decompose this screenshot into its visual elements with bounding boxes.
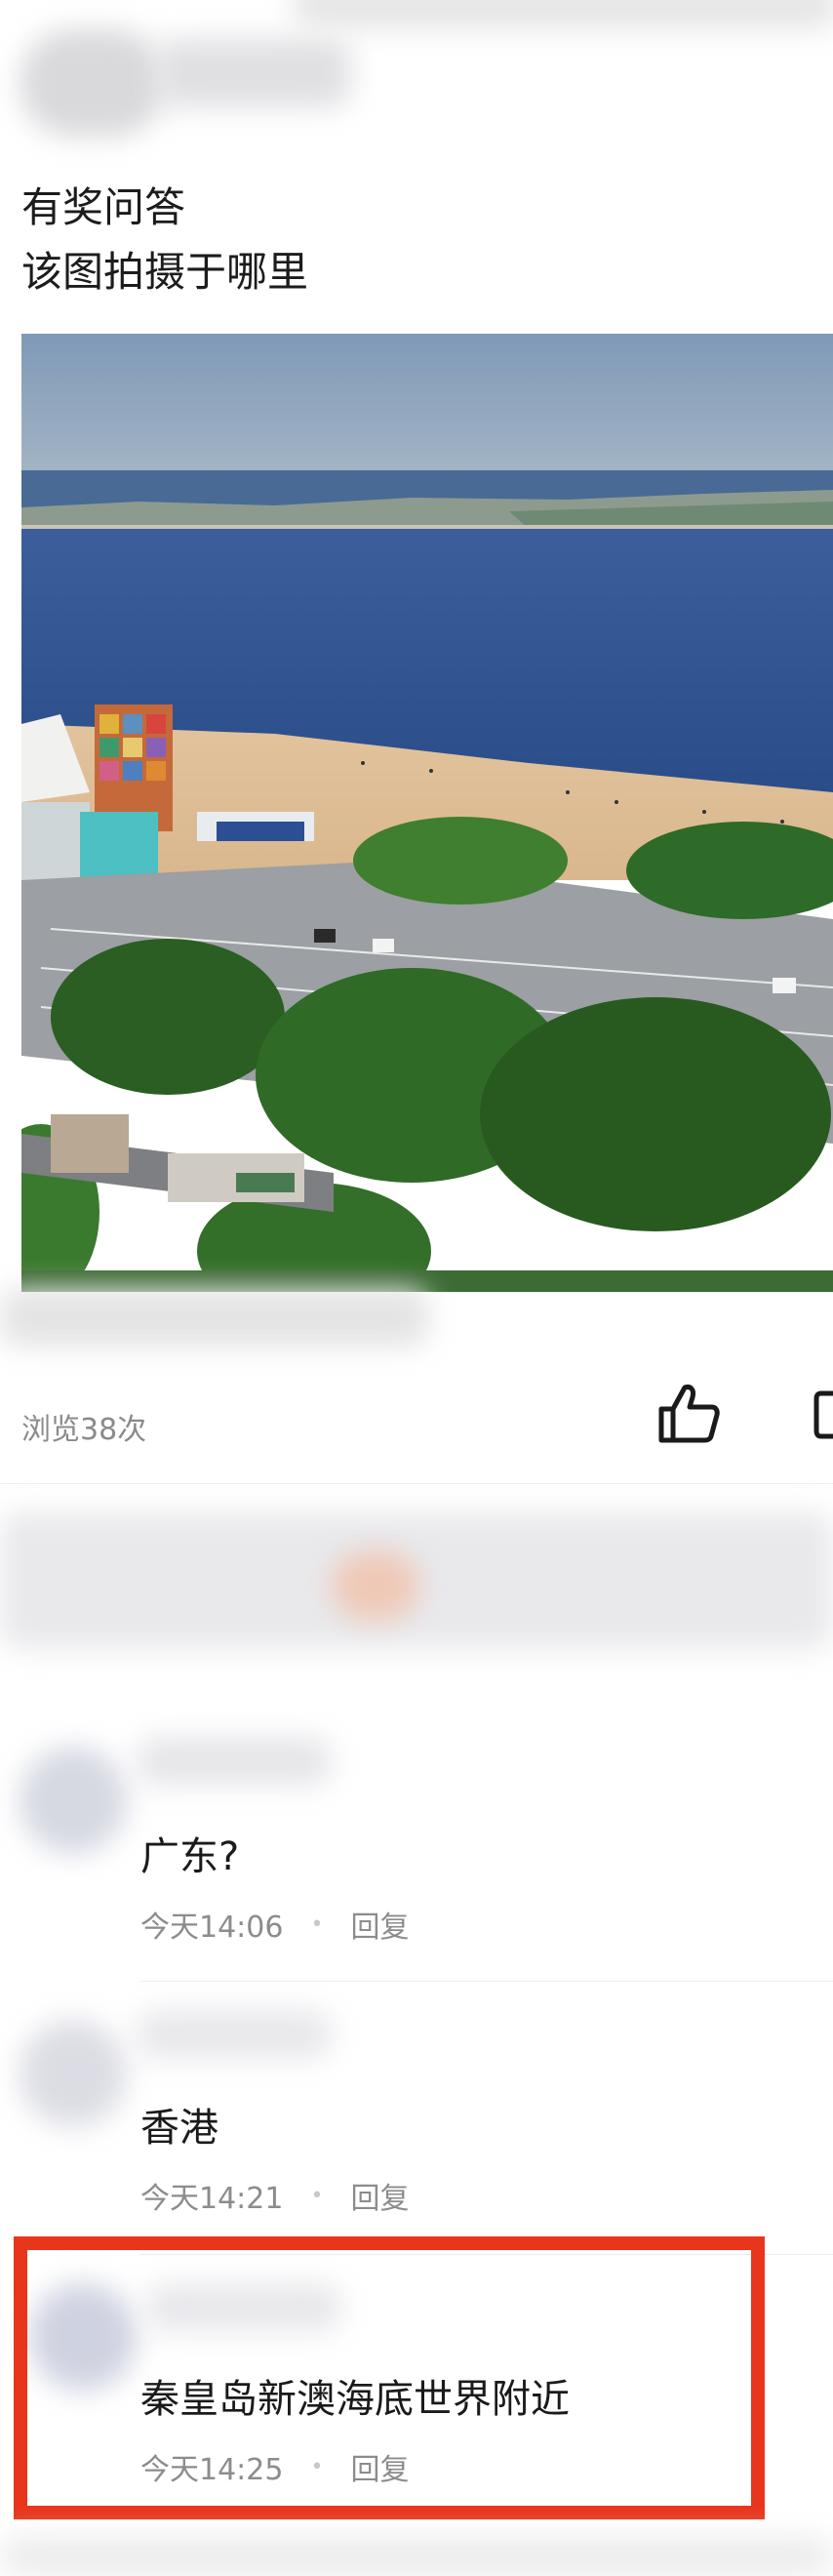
- commenter-avatar-blurred[interactable]: [20, 2020, 127, 2127]
- post-title-line-1: 有奖问答: [21, 183, 186, 231]
- like-button[interactable]: [655, 1380, 722, 1446]
- comment-time: 今天14:06: [140, 1911, 284, 1945]
- related-accent-blurred: [332, 1551, 419, 1620]
- separator-dot: •: [310, 1912, 324, 1937]
- thumbs-up-icon: [658, 1385, 720, 1443]
- beach-scene-image: [21, 334, 833, 1292]
- comment-meta: 今天14:21 • 回复: [140, 2174, 409, 2217]
- comment-meta: 今天14:06 • 回复: [140, 1903, 409, 1946]
- separator-dot: •: [310, 2183, 324, 2208]
- comment-icon: [813, 1390, 833, 1439]
- author-name-blurred[interactable]: [156, 39, 351, 107]
- reply-button[interactable]: 回复: [350, 2174, 409, 2217]
- commenter-name-blurred[interactable]: [137, 2010, 332, 2059]
- comment-divider: [140, 1981, 833, 1982]
- reply-button[interactable]: 回复: [350, 1903, 409, 1946]
- bottom-content-blurred: [0, 2537, 833, 2576]
- comment-text: 香港: [140, 2106, 218, 2151]
- view-count: 浏览38次: [21, 1413, 147, 1447]
- post-photo[interactable]: [21, 334, 833, 1292]
- commenter-avatar-blurred[interactable]: [20, 1747, 127, 1854]
- comment-button[interactable]: [813, 1389, 833, 1440]
- top-bar-blurred: [293, 0, 833, 29]
- author-avatar-blurred[interactable]: [20, 29, 166, 137]
- comment-text: 广东?: [140, 1834, 240, 1879]
- post-title-line-2: 该图拍摄于哪里: [21, 248, 309, 296]
- highlight-box: [14, 2236, 765, 2519]
- comment-time: 今天14:21: [140, 2182, 284, 2216]
- post-caption-blurred: [0, 1288, 429, 1347]
- commenter-name-blurred[interactable]: [137, 1737, 332, 1786]
- section-divider: [0, 1483, 833, 1484]
